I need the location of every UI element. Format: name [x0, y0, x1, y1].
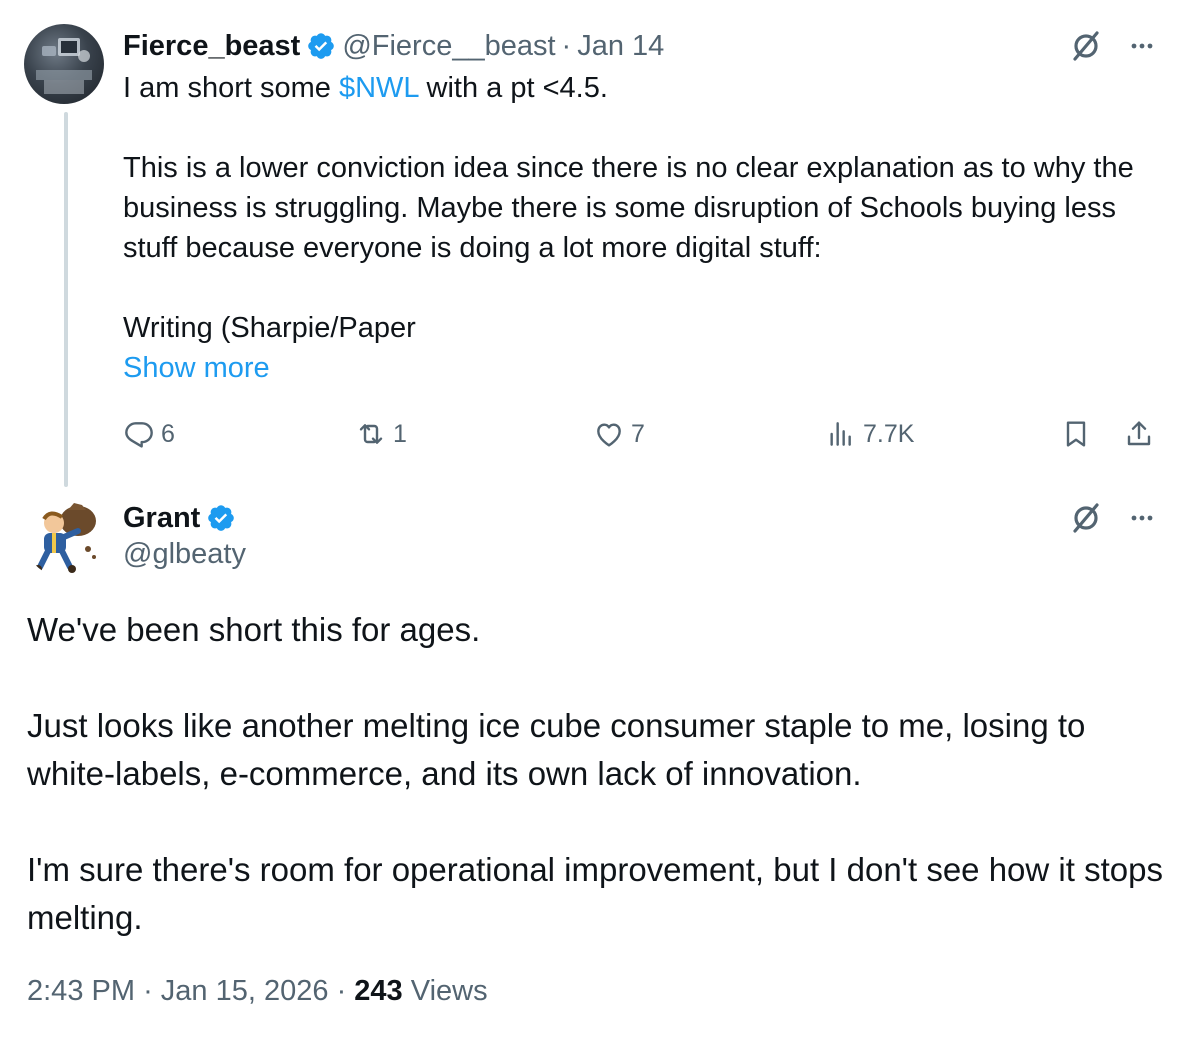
- tweet1-paragraph-2: This is a lower conviction idea since th…: [123, 152, 1134, 264]
- avatar-grant[interactable]: [24, 497, 104, 577]
- tweet2-blank-line: [27, 798, 1167, 846]
- share-icon: [1123, 418, 1155, 450]
- show-more-link[interactable]: Show more: [123, 348, 1163, 388]
- more-icon[interactable]: [1122, 498, 1162, 538]
- tweet2-author-name[interactable]: Grant: [123, 502, 200, 535]
- like-button[interactable]: 7: [593, 414, 645, 454]
- share-button[interactable]: [1123, 414, 1155, 454]
- tweet1-paragraph-1: I am short some $NWL with a pt <4.5.: [123, 68, 1163, 108]
- tweet2-paragraph-2: Just looks like another melting ice cube…: [27, 707, 1086, 792]
- tweet1-action-bar: 6 1 7 7.7K: [123, 414, 1163, 454]
- like-count: 7: [631, 419, 645, 448]
- tweet1-header: Fierce_beast @Fierce__beast · Jan 14: [123, 26, 664, 66]
- grok-icon[interactable]: [1066, 26, 1106, 66]
- tweet1-paragraph-3: Writing (Sharpie/Paper: [123, 312, 416, 344]
- tweet1-separator: ·: [561, 29, 572, 62]
- views-count: 7.7K: [863, 419, 915, 448]
- tweet2-blank-line: [27, 654, 1167, 702]
- tweet1-blank-line: [123, 108, 1163, 148]
- tweet2-time[interactable]: 2:43 PM: [27, 975, 135, 1007]
- like-icon: [593, 418, 625, 450]
- repost-icon: [355, 418, 387, 450]
- bookmark-button[interactable]: [1060, 414, 1092, 454]
- grok-icon[interactable]: [1066, 498, 1106, 538]
- reply-icon: [123, 418, 155, 450]
- views-button[interactable]: 7.7K: [825, 414, 914, 454]
- tweet2-separator: ·: [143, 975, 153, 1007]
- tweet1-date[interactable]: Jan 14: [577, 30, 664, 63]
- views-icon: [825, 418, 857, 450]
- repost-count: 1: [393, 419, 407, 448]
- verified-badge-icon: [206, 503, 236, 533]
- repost-button[interactable]: 1: [355, 414, 407, 454]
- verified-badge-icon: [306, 31, 336, 61]
- avatar-fierce-beast[interactable]: [24, 24, 104, 104]
- tweet2-footer: 2:43 PM · Jan 15, 2026 · 243 Views: [27, 975, 488, 1008]
- reply-count: 6: [161, 419, 175, 448]
- cashtag-link[interactable]: $NWL: [339, 72, 419, 104]
- tweet2-views-count: 243: [354, 975, 403, 1007]
- tweet1-text-after-cashtag: with a pt <4.5.: [418, 72, 608, 104]
- tweet2-separator: ·: [336, 975, 347, 1007]
- tweet1-handle[interactable]: @Fierce__beast: [342, 30, 555, 63]
- tweet2-paragraph-1: We've been short this for ages.: [27, 611, 481, 648]
- tweet2-header: Grant: [123, 498, 242, 538]
- tweet2-handle[interactable]: @glbeaty: [123, 538, 246, 571]
- tweet2-date[interactable]: Jan 15, 2026: [161, 975, 329, 1007]
- tweet1-body: I am short some $NWL with a pt <4.5. Thi…: [123, 68, 1163, 388]
- thread-connector-line: [64, 112, 68, 487]
- tweet1-blank-line: [123, 268, 1163, 308]
- tweet2-views-label: Views: [410, 975, 488, 1007]
- tweet2-paragraph-3: I'm sure there's room for operational im…: [27, 851, 1163, 936]
- tweet2-body: We've been short this for ages. Just loo…: [27, 606, 1167, 942]
- more-icon[interactable]: [1122, 26, 1162, 66]
- bookmark-icon: [1060, 418, 1092, 450]
- tweet1-author-name[interactable]: Fierce_beast: [123, 30, 300, 63]
- reply-button[interactable]: 6: [123, 414, 175, 454]
- tweet1-text-before-cashtag: I am short some: [123, 72, 339, 104]
